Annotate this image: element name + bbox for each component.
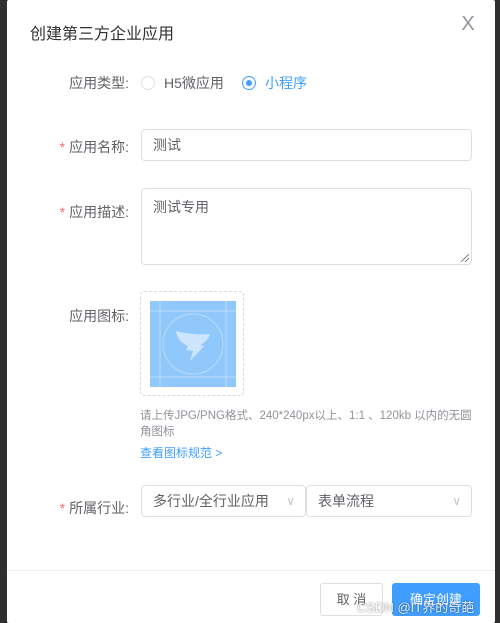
icon-upload-area[interactable]	[140, 291, 244, 396]
radio-miniprogram[interactable]: 小程序	[242, 73, 307, 93]
app-type-label: 应用类型:	[69, 75, 129, 91]
backdrop-right	[495, 0, 500, 623]
app-name-label: * 应用名称:	[11, 137, 129, 157]
dialog-title: 创建第三方企业应用	[30, 26, 175, 43]
industry-label: * 所属行业:	[11, 498, 129, 518]
app-description-textarea[interactable]: 测试专用	[141, 188, 472, 265]
view-icon-spec-text[interactable]: 查看图标规范	[140, 446, 212, 460]
app-name-value: 测试	[153, 137, 181, 153]
footer-divider	[7, 570, 495, 571]
chevron-down-icon: ∨	[452, 494, 461, 508]
resize-grip-icon[interactable]	[461, 254, 469, 262]
backdrop-left	[0, 0, 7, 623]
view-icon-spec-link[interactable]: 查看图标规范 >	[140, 444, 222, 461]
industry-subcategory-select[interactable]: 表单流程 ∨	[306, 485, 472, 517]
app-icon-placeholder	[150, 301, 236, 387]
app-name-input[interactable]: 测试	[141, 129, 472, 161]
app-description-value: 测试专用	[153, 199, 209, 215]
app-description-label: * 应用描述:	[11, 202, 129, 222]
icon-upload-hint: 请上传JPG/PNG格式、240*240px以上、1:1 、120kb 以内的无…	[140, 410, 472, 438]
radio-h5-label[interactable]: H5微应用	[164, 73, 224, 93]
watermark: CSDN @IT界的奇葩	[357, 600, 475, 615]
app-icon-label: 应用图标:	[69, 308, 129, 324]
industry-label-text: 所属行业:	[69, 500, 129, 516]
industry-category-value: 多行业/全行业应用	[153, 493, 269, 509]
app-name-label-text: 应用名称:	[69, 139, 129, 155]
chevron-right-icon: >	[215, 446, 223, 460]
industry-category-select[interactable]: 多行业/全行业应用 ∨	[141, 485, 306, 517]
create-app-dialog: 创建第三方企业应用 X 应用类型: H5微应用 小程序 * 应用名称: 测试 * 应…	[7, 0, 495, 623]
industry-subcategory-value: 表单流程	[318, 493, 374, 509]
dingtalk-logo-icon	[150, 301, 236, 387]
radio-miniprogram-circle[interactable]	[242, 76, 256, 90]
required-mark: *	[59, 204, 66, 220]
radio-h5-circle[interactable]	[141, 76, 155, 90]
required-mark: *	[59, 139, 66, 155]
radio-miniprogram-label[interactable]: 小程序	[265, 73, 307, 93]
close-icon[interactable]: X	[458, 14, 478, 34]
required-mark: *	[59, 500, 66, 516]
app-description-label-text: 应用描述:	[69, 204, 129, 220]
radio-h5[interactable]: H5微应用	[141, 73, 224, 93]
chevron-down-icon: ∨	[286, 494, 295, 508]
